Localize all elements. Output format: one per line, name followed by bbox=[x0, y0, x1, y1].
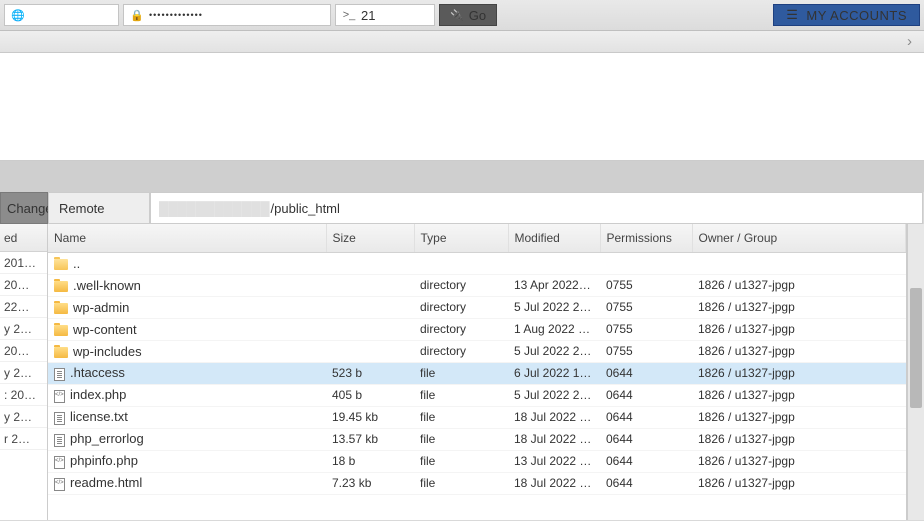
password-mask: ••••••••••••• bbox=[149, 10, 203, 20]
table-row[interactable]: .well-knowndirectory13 Apr 2022 …0755182… bbox=[48, 274, 906, 296]
code-icon bbox=[54, 390, 65, 403]
menu-icon: ☰ bbox=[786, 7, 798, 23]
file-name: .well-known bbox=[73, 278, 141, 293]
file-name: .htaccess bbox=[70, 365, 125, 380]
table-row[interactable]: wp-includesdirectory5 Jul 2022 22:…07551… bbox=[48, 340, 906, 362]
table-row[interactable]: index.php405 bfile5 Jul 2022 22:…0644182… bbox=[48, 384, 906, 406]
terminal-icon: >_ bbox=[342, 8, 356, 22]
main-area: ed 201… 20…22…y 2… 20…y 2…: 20…y 2…r 2… … bbox=[0, 224, 924, 520]
local-row[interactable]: 201… bbox=[0, 252, 47, 274]
table-row[interactable]: php_errorlog13.57 kbfile18 Jul 2022 2…06… bbox=[48, 428, 906, 450]
folder-icon bbox=[54, 281, 68, 292]
file-name: phpinfo.php bbox=[70, 453, 138, 468]
col-owner[interactable]: Owner / Group bbox=[692, 224, 906, 252]
plug-icon: 🔌 bbox=[450, 9, 464, 22]
path-row: Change Remote ████████████/public_html bbox=[0, 192, 924, 224]
table-row[interactable]: .htaccess523 bfile6 Jul 2022 16:…0644182… bbox=[48, 362, 906, 384]
connection-toolbar: 🌐 🔒 ••••••••••••• >_21 🔌Go ☰MY ACCOUNTS bbox=[0, 0, 924, 31]
local-row[interactable]: 20… bbox=[0, 274, 47, 296]
remote-path-input[interactable]: ████████████/public_html bbox=[150, 192, 923, 224]
code-icon bbox=[54, 456, 65, 469]
file-name: readme.html bbox=[70, 475, 142, 490]
file-name: wp-content bbox=[73, 322, 137, 337]
file-name: index.php bbox=[70, 387, 126, 402]
local-row[interactable]: : 20… bbox=[0, 384, 47, 406]
col-modified[interactable]: Modified bbox=[508, 224, 600, 252]
remote-file-panel: Name Size Type Modified Permissions Owne… bbox=[48, 224, 907, 520]
local-list: ed 201… 20…22…y 2… 20…y 2…: 20…y 2…r 2… bbox=[0, 224, 48, 520]
port-input[interactable]: >_21 bbox=[335, 4, 435, 26]
divider-bar bbox=[0, 161, 924, 192]
lock-icon: 🔒 bbox=[130, 8, 144, 22]
table-row[interactable]: phpinfo.php18 bfile13 Jul 2022 1…0644182… bbox=[48, 450, 906, 472]
file-name: license.txt bbox=[70, 409, 128, 424]
file-name: .. bbox=[73, 256, 80, 271]
file-icon bbox=[54, 368, 65, 381]
go-button[interactable]: 🔌Go bbox=[439, 4, 497, 26]
password-input[interactable]: 🔒 ••••••••••••• bbox=[123, 4, 331, 26]
local-row[interactable]: y 2… bbox=[0, 406, 47, 428]
file-name: wp-includes bbox=[73, 344, 142, 359]
remote-tab[interactable]: Remote bbox=[48, 192, 150, 224]
local-row[interactable]: r 2… bbox=[0, 428, 47, 450]
col-type[interactable]: Type bbox=[414, 224, 508, 252]
table-row[interactable]: wp-contentdirectory1 Aug 2022 1…07551826… bbox=[48, 318, 906, 340]
globe-icon: 🌐 bbox=[11, 8, 25, 22]
col-permissions[interactable]: Permissions bbox=[600, 224, 692, 252]
folder-icon bbox=[54, 347, 68, 358]
scrollbar[interactable] bbox=[907, 224, 924, 520]
col-size[interactable]: Size bbox=[326, 224, 414, 252]
breadcrumb-bar: › bbox=[0, 31, 924, 53]
file-name: wp-admin bbox=[73, 300, 129, 315]
change-button[interactable]: Change bbox=[0, 192, 48, 224]
local-row[interactable]: y 2… bbox=[0, 318, 47, 340]
my-accounts-button[interactable]: ☰MY ACCOUNTS bbox=[773, 4, 920, 26]
table-row[interactable]: license.txt19.45 kbfile18 Jul 2022 2…064… bbox=[48, 406, 906, 428]
table-row[interactable]: wp-admindirectory5 Jul 2022 22:…07551826… bbox=[48, 296, 906, 318]
scrollbar-thumb[interactable] bbox=[910, 288, 922, 408]
local-header[interactable]: ed bbox=[0, 224, 47, 252]
folder-icon bbox=[54, 325, 68, 336]
log-area bbox=[0, 53, 924, 161]
local-row[interactable]: y 2… bbox=[0, 362, 47, 384]
table-row[interactable]: readme.html7.23 kbfile18 Jul 2022 2…0644… bbox=[48, 472, 906, 494]
file-icon bbox=[54, 434, 65, 447]
code-icon bbox=[54, 478, 65, 491]
folderopen-icon bbox=[54, 259, 68, 270]
chevron-right-icon[interactable]: › bbox=[907, 33, 912, 50]
local-row[interactable]: 20… bbox=[0, 340, 47, 362]
file-table: Name Size Type Modified Permissions Owne… bbox=[48, 224, 906, 495]
col-name[interactable]: Name bbox=[48, 224, 326, 252]
file-name: php_errorlog bbox=[70, 431, 144, 446]
table-row[interactable]: .. bbox=[48, 252, 906, 274]
folder-icon bbox=[54, 303, 68, 314]
host-input[interactable]: 🌐 bbox=[4, 4, 119, 26]
local-row[interactable]: 22… bbox=[0, 296, 47, 318]
file-icon bbox=[54, 412, 65, 425]
